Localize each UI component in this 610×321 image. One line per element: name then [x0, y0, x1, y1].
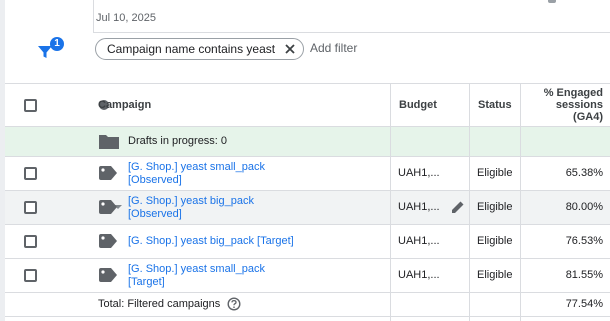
budget-value: UAH1,...	[398, 269, 440, 281]
table-header-row: Campaign Budget Status % Engaged session…	[5, 84, 610, 127]
select-all-checkbox[interactable]	[24, 99, 37, 112]
engaged-sessions-value: 76.53%	[565, 235, 603, 247]
status-value: Eligible	[477, 235, 513, 247]
campaign-name-link[interactable]: [G. Shop.] yeast small_pack	[128, 161, 265, 174]
status-value: Eligible	[477, 269, 513, 281]
header-engaged-sessions[interactable]: % Engaged sessions (GA4)	[521, 84, 610, 126]
table-row: [G. Shop.] yeast small_pack [Observed] U…	[5, 157, 610, 191]
status-value: Eligible	[477, 167, 513, 179]
add-filter-button[interactable]: Add filter	[310, 41, 357, 55]
scrollbar-handle[interactable]	[548, 0, 556, 3]
budget-value: UAH1,...	[398, 167, 440, 179]
row-checkbox[interactable]	[24, 167, 37, 180]
filter-count-badge: 1	[50, 37, 64, 51]
tag-icon	[99, 268, 117, 282]
row-checkbox[interactable]	[24, 235, 37, 248]
total-label: Total: Filtered campaigns	[98, 298, 221, 310]
table-row: [G. Shop.] yeast big_pack [Target] UAH1,…	[5, 225, 610, 259]
total-row: Total: Filtered campaigns 77.54%	[5, 293, 610, 317]
campaign-name-link[interactable]: [G. Shop.] yeast big_pack [Target]	[128, 235, 294, 248]
filter-chip-label: Campaign name contains yeast	[107, 42, 276, 56]
help-icon[interactable]	[227, 297, 241, 311]
row-checkbox[interactable]	[24, 201, 37, 214]
campaign-name-link-line2[interactable]: [Target]	[128, 276, 165, 289]
tag-icon	[99, 166, 117, 180]
header-engaged-line2: sessions	[555, 99, 603, 111]
table-row: [G. Shop.] yeast big_pack [Observed] UAH…	[5, 191, 610, 225]
date-range-end-label: Jul 10, 2025	[96, 12, 156, 24]
engaged-sessions-value: 81.55%	[565, 269, 603, 281]
pencil-icon[interactable]	[451, 200, 465, 214]
budget-value: UAH1,...	[398, 235, 440, 247]
status-value: Eligible	[477, 201, 513, 213]
header-campaign[interactable]: Campaign	[98, 99, 151, 111]
drafts-label: Drafts in progress: 0	[128, 135, 228, 147]
header-engaged-line3: (GA4)	[573, 111, 603, 123]
tag-icon	[99, 234, 117, 248]
campaign-name-link-line2[interactable]: [Observed]	[128, 174, 182, 187]
filter-bar: 1 Campaign name contains yeast Add filte…	[5, 33, 610, 84]
engaged-sessions-value: 65.38%	[565, 167, 603, 179]
campaign-name-link-line2[interactable]: [Observed]	[128, 208, 182, 221]
budget-value: UAH1,...	[398, 201, 440, 213]
close-icon[interactable]	[283, 42, 297, 56]
table-row: [G. Shop.] yeast small_pack [Target] UAH…	[5, 259, 610, 293]
table-row-partial	[5, 317, 610, 321]
campaign-name-link[interactable]: [G. Shop.] yeast small_pack	[128, 263, 265, 276]
campaigns-table: Campaign Budget Status % Engaged session…	[5, 84, 610, 321]
date-range-header: Jul 10, 2025	[93, 0, 610, 33]
header-engaged-line1: % Engaged	[543, 87, 603, 99]
tag-icon	[99, 200, 117, 214]
drafts-row: Drafts in progress: 0	[5, 127, 610, 157]
row-checkbox[interactable]	[24, 269, 37, 282]
campaign-name-link[interactable]: [G. Shop.] yeast big_pack	[128, 195, 254, 208]
header-status[interactable]: Status	[478, 99, 512, 111]
filter-chip-campaign-name[interactable]: Campaign name contains yeast	[95, 38, 305, 60]
header-budget[interactable]: Budget	[399, 99, 437, 111]
filter-icon[interactable]: 1	[35, 37, 64, 62]
total-engaged-sessions-value: 77.54%	[565, 298, 603, 310]
folder-icon	[99, 135, 119, 149]
engaged-sessions-value: 80.00%	[565, 201, 603, 213]
